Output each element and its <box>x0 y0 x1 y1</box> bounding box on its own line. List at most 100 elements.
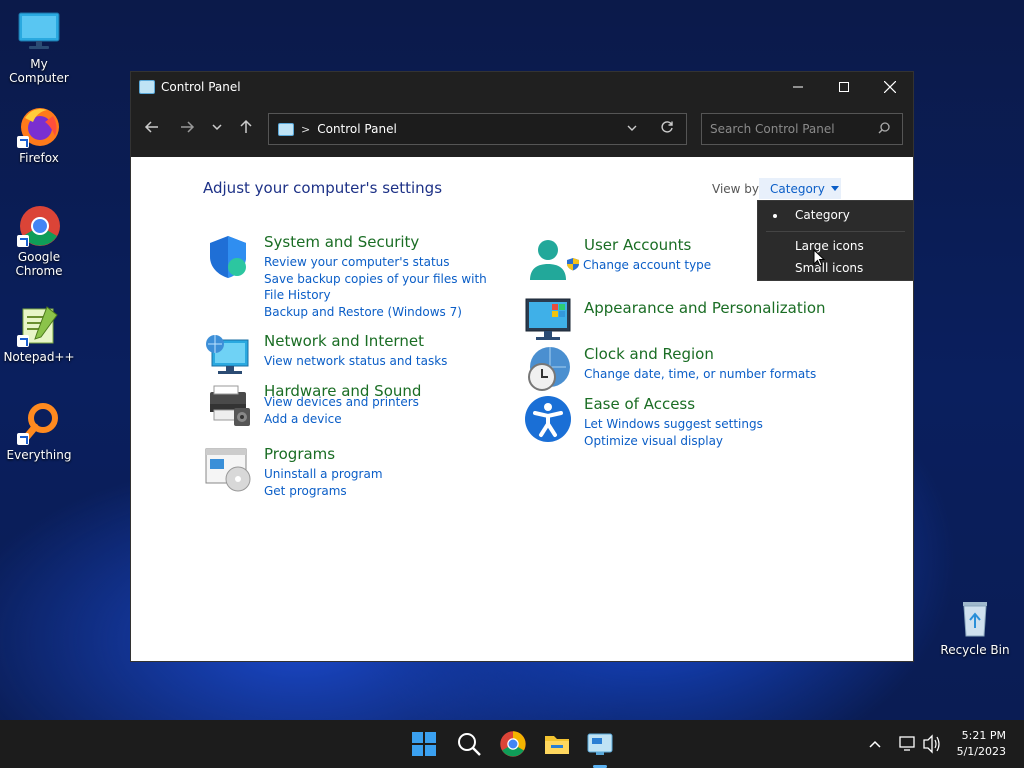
desktop-icon-label: My Computer <box>9 57 69 85</box>
view-by-dropdown[interactable]: Category <box>759 178 841 199</box>
window-title: Control Panel <box>161 80 241 94</box>
breadcrumb-control-panel[interactable]: Control Panel <box>317 122 397 136</box>
recycle-bin-icon <box>953 596 997 640</box>
category-title[interactable]: Ease of Access <box>584 395 695 413</box>
menu-item-label: Large icons <box>795 239 864 253</box>
close-icon <box>884 81 896 93</box>
user-icon <box>524 236 572 284</box>
clock[interactable]: 5:21 PM 5/1/2023 <box>957 728 1006 760</box>
desktop-icon-recycle-bin[interactable]: Recycle Bin <box>936 596 1014 657</box>
network-icon <box>899 736 915 751</box>
network-globe-icon <box>204 332 252 380</box>
link-date-time-formats[interactable]: Change date, time, or number formats <box>584 366 844 382</box>
accessibility-icon <box>524 395 572 443</box>
title-bar[interactable]: Control Panel <box>131 72 913 102</box>
address-bar[interactable]: > Control Panel <box>268 113 687 145</box>
category-title[interactable]: User Accounts <box>584 236 691 254</box>
taskbar: 5:21 PM 5/1/2023 <box>0 720 1024 768</box>
page-title: Adjust your computer's settings <box>203 179 443 197</box>
maximize-icon <box>839 82 849 92</box>
up-button[interactable] <box>236 119 256 140</box>
desktop-icon-label: Notepad++ <box>3 350 75 364</box>
arrow-right-icon <box>181 121 195 133</box>
maximize-button[interactable] <box>821 72 867 102</box>
chrome-icon <box>17 203 61 247</box>
category-title[interactable]: Clock and Region <box>584 345 714 363</box>
category-title[interactable]: Network and Internet <box>264 332 424 350</box>
appearance-monitor-icon <box>524 297 572 345</box>
chrome-icon <box>500 731 526 757</box>
navigation-toolbar: > Control Panel Search Control Panel <box>131 102 913 157</box>
uac-shield-icon <box>567 258 579 271</box>
category-title[interactable]: Appearance and Personalization <box>584 299 826 317</box>
minimize-icon <box>793 86 803 88</box>
link-file-history[interactable]: Save backup copies of your files with Fi… <box>264 271 494 303</box>
category-title[interactable]: Programs <box>264 445 335 463</box>
recent-locations-button[interactable] <box>207 119 227 140</box>
monitor-icon <box>17 10 61 54</box>
search-input[interactable]: Search Control Panel <box>710 122 835 136</box>
clock-time: 5:21 PM <box>961 729 1006 742</box>
search-box[interactable]: Search Control Panel <box>701 113 903 145</box>
notepad-plus-plus-icon <box>17 303 61 347</box>
link-review-status[interactable]: Review your computer's status <box>264 254 494 270</box>
start-button[interactable] <box>410 730 438 758</box>
desktop-icon-everything[interactable]: Everything <box>0 401 78 462</box>
link-text: Change account type <box>583 258 712 272</box>
network-tray-button[interactable] <box>898 720 916 768</box>
desktop-icon-label: Recycle Bin <box>940 643 1010 657</box>
search-icon <box>458 733 481 756</box>
desktop-icon-google-chrome[interactable]: Google Chrome <box>0 203 78 278</box>
desktop-icon-notepad-plus-plus[interactable]: Notepad++ <box>0 303 78 364</box>
back-button[interactable] <box>142 119 162 140</box>
shortcut-arrow-icon <box>17 136 29 148</box>
desktop-icon-label: Google Chrome <box>15 250 63 278</box>
link-backup-restore[interactable]: Backup and Restore (Windows 7) <box>264 304 494 320</box>
shortcut-arrow-icon <box>17 335 29 347</box>
taskbar-file-explorer-button[interactable] <box>543 730 571 758</box>
refresh-button[interactable] <box>660 120 674 138</box>
view-by-label: View by: <box>712 182 763 196</box>
minimize-button[interactable] <box>775 72 821 102</box>
desktop-icon-label: Everything <box>6 448 72 462</box>
link-optimize-display[interactable]: Optimize visual display <box>584 433 824 449</box>
control-panel-icon <box>587 733 613 755</box>
address-dropdown-button[interactable] <box>626 122 638 137</box>
shortcut-arrow-icon <box>17 433 29 445</box>
windows-logo-icon <box>412 732 436 756</box>
link-add-device[interactable]: Add a device <box>264 411 504 427</box>
magnifier-icon <box>17 401 61 445</box>
desktop-icon-label: Firefox <box>19 151 59 165</box>
firefox-icon <box>17 104 61 148</box>
chevron-down-icon <box>212 124 222 131</box>
menu-item-small-icons[interactable]: Small icons <box>758 257 913 279</box>
control-panel-icon <box>278 122 294 136</box>
programs-icon <box>204 445 252 493</box>
clock-date: 5/1/2023 <box>956 745 1006 758</box>
show-hidden-icons-button[interactable] <box>868 720 882 768</box>
menu-item-large-icons[interactable]: Large icons <box>758 235 913 257</box>
link-windows-suggest[interactable]: Let Windows suggest settings <box>584 416 824 432</box>
taskbar-chrome-button[interactable] <box>499 730 527 758</box>
speaker-icon <box>923 734 940 754</box>
breadcrumb-separator-icon: > <box>301 122 311 136</box>
arrow-left-icon <box>144 121 158 133</box>
desktop-icon-firefox[interactable]: Firefox <box>0 104 78 165</box>
forward-button[interactable] <box>177 119 197 140</box>
menu-item-category[interactable]: Category <box>758 204 913 226</box>
shortcut-arrow-icon <box>17 235 29 247</box>
link-uninstall-program[interactable]: Uninstall a program <box>264 466 504 482</box>
shield-icon <box>204 233 252 281</box>
category-title[interactable]: System and Security <box>264 233 419 251</box>
link-network-status[interactable]: View network status and tasks <box>264 353 504 369</box>
link-devices-printers[interactable]: View devices and printers <box>264 394 504 410</box>
view-by-menu: Category Large icons Small icons <box>757 200 914 281</box>
volume-tray-button[interactable] <box>922 720 942 768</box>
printer-icon <box>204 382 252 430</box>
link-get-programs[interactable]: Get programs <box>264 483 504 499</box>
control-panel-icon <box>139 80 155 94</box>
desktop-icon-my-computer[interactable]: My Computer <box>0 10 78 85</box>
taskbar-control-panel-button[interactable] <box>586 730 614 758</box>
taskbar-search-button[interactable] <box>455 730 483 758</box>
close-button[interactable] <box>867 72 913 102</box>
